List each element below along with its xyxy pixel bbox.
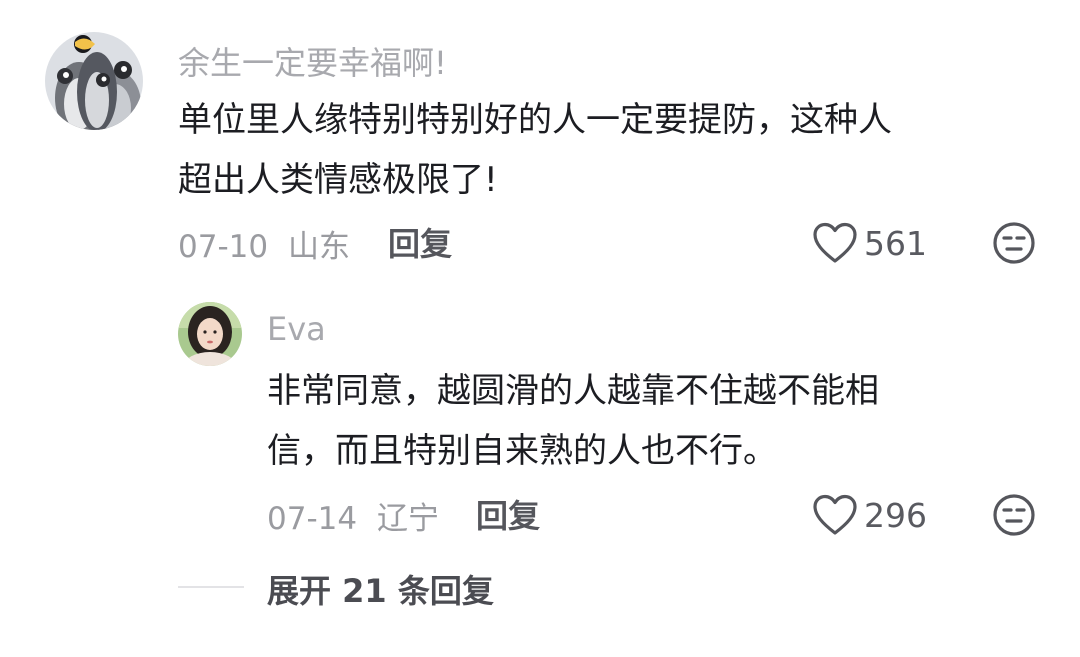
comment-text-line: 信，而且特别自来熟的人也不行。: [267, 431, 777, 471]
expand-divider: [178, 586, 244, 588]
heart-outline-icon: [812, 222, 858, 264]
like-button[interactable]: 296: [812, 493, 927, 537]
comment-text-line: 单位里人缘特别特别好的人一定要提防，这种人: [178, 100, 892, 140]
reply-button[interactable]: 回复: [476, 491, 540, 537]
comment-location: 山东: [287, 229, 350, 265]
commenter-name[interactable]: Eva: [267, 310, 326, 348]
comment-text: 非常同意，越圆滑的人越靠不住越不能相 信，而且特别自来熟的人也不行。: [267, 361, 1047, 481]
like-button[interactable]: 561: [812, 221, 927, 265]
like-count: 561: [864, 223, 927, 263]
expand-replies-label[interactable]: 展开 21 条回复: [267, 566, 494, 612]
commenter-avatar[interactable]: [178, 302, 242, 366]
reply-button[interactable]: 回复: [388, 219, 452, 265]
dislike-button[interactable]: [992, 493, 1036, 537]
commenter-avatar[interactable]: [45, 32, 143, 130]
neutral-face-icon: [993, 494, 1035, 536]
like-count: 296: [864, 495, 927, 535]
neutral-face-icon: [993, 222, 1035, 264]
comment-text-line: 非常同意，越圆滑的人越靠不住越不能相: [267, 371, 879, 411]
dislike-button[interactable]: [992, 221, 1036, 265]
comment-date: 07-14: [267, 501, 358, 537]
penguin-avatar-icon: [45, 32, 143, 130]
commenter-name[interactable]: 余生一定要幸福啊!: [178, 38, 447, 84]
portrait-avatar-icon: [178, 302, 242, 366]
comment-text-line: 超出人类情感极限了!: [178, 160, 498, 200]
comment-date: 07-10: [178, 229, 269, 265]
comment-meta: 07-10 山东: [178, 221, 350, 266]
comment-meta: 07-14 辽宁: [267, 493, 439, 538]
heart-outline-icon: [812, 494, 858, 536]
comment-location: 辽宁: [376, 501, 439, 537]
comment-text: 单位里人缘特别特别好的人一定要提防，这种人 超出人类情感极限了!: [178, 90, 1038, 210]
